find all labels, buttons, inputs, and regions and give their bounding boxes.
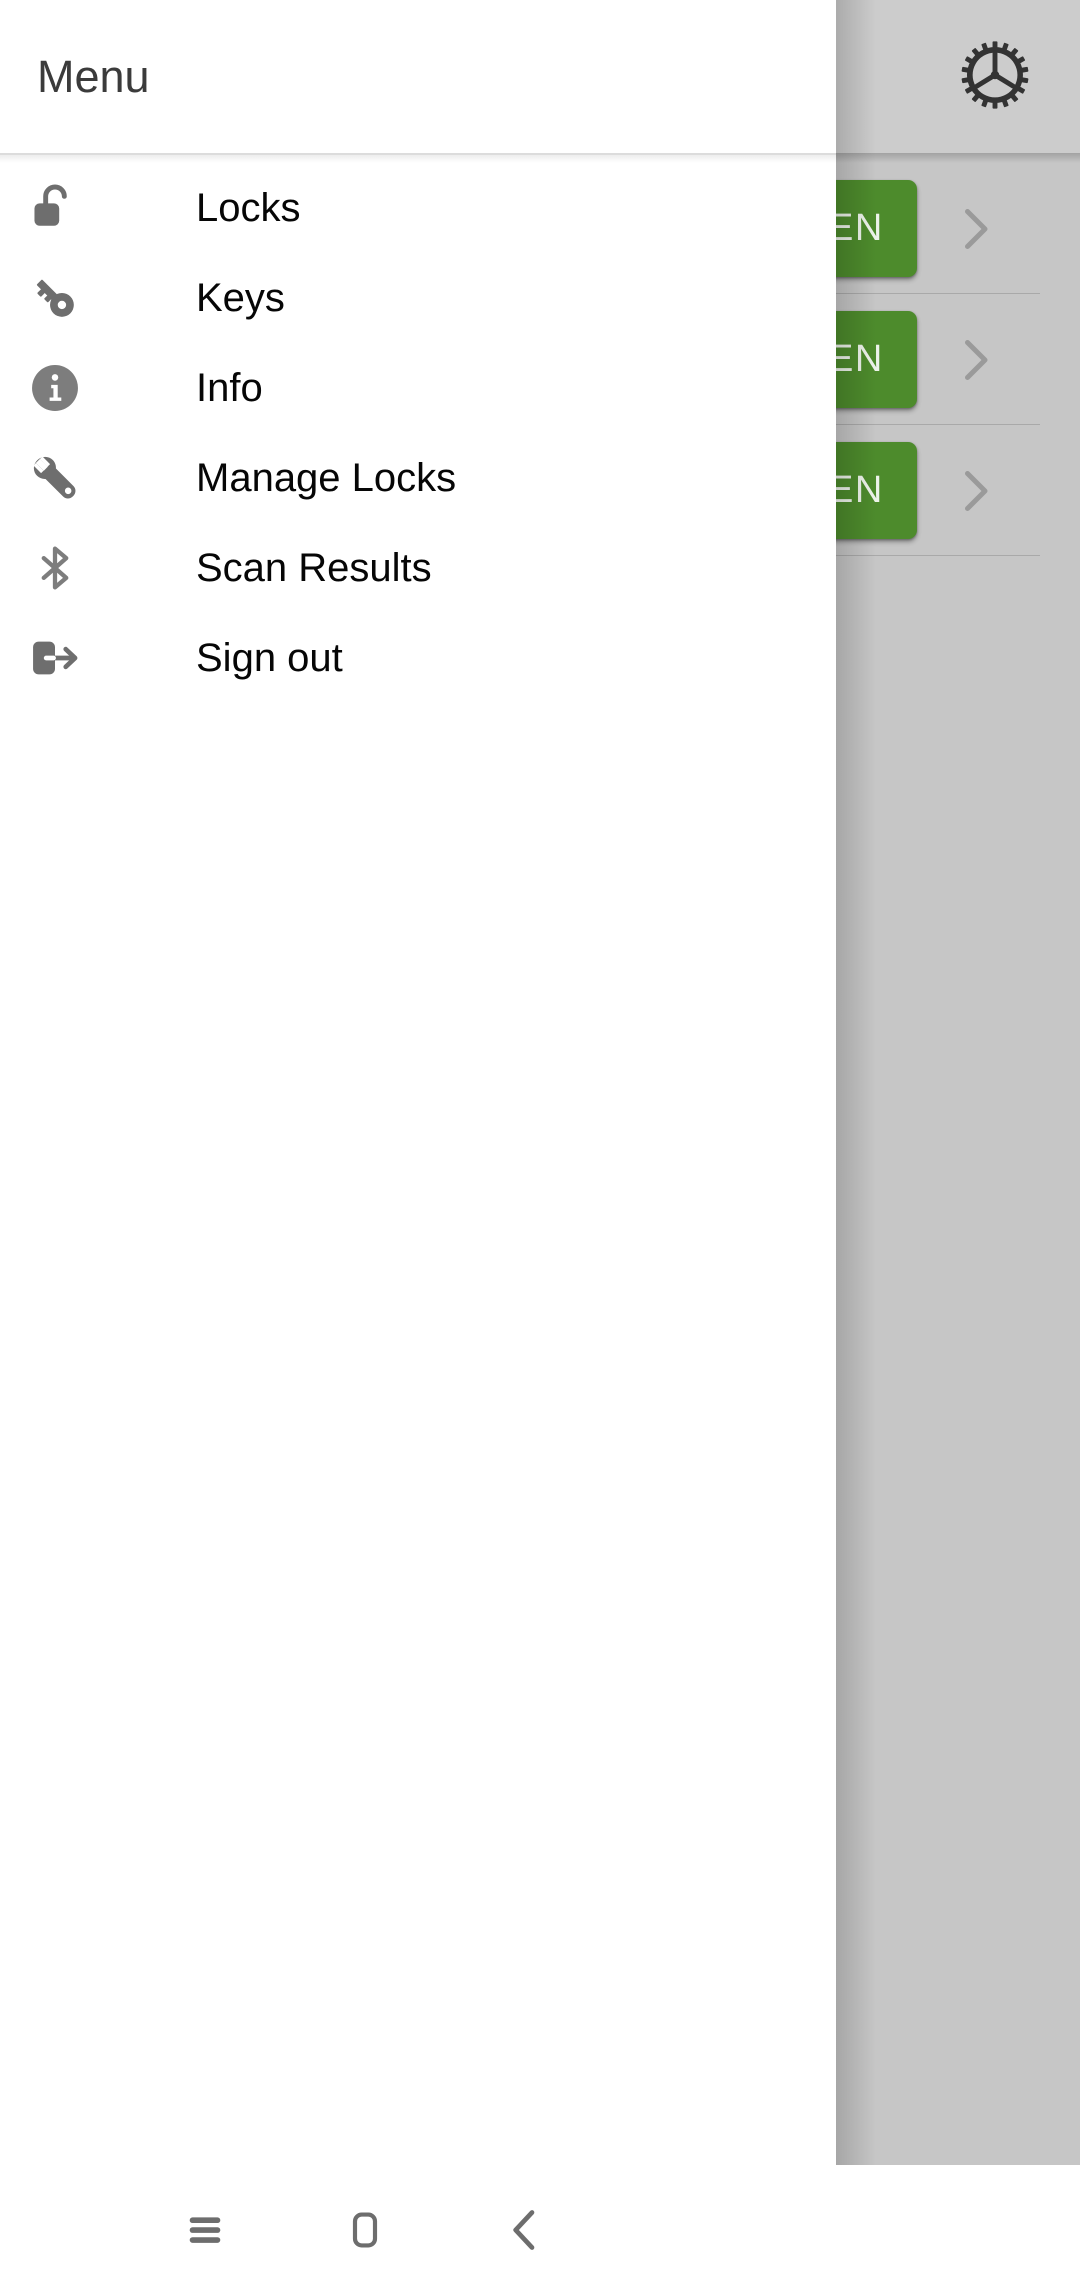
sidebar-item-label: Locks [196,185,301,230]
sidebar-item-label: Sign out [196,635,343,680]
chevron-left-icon[interactable] [470,2175,580,2285]
square-home-icon[interactable] [310,2175,420,2285]
bluetooth-icon [25,538,85,598]
key-icon [25,268,85,328]
sidebar-item-info[interactable]: Info [0,343,836,433]
navigation-drawer: Menu Locks Keys Info Manage Locks Scan R… [0,0,836,2165]
sidebar-item-locks[interactable]: Locks [0,163,836,253]
drawer-header: Menu [0,0,836,153]
chevron-right-icon[interactable] [945,461,1005,521]
sidebar-item-label: Keys [196,275,285,320]
sidebar-item-manage-locks[interactable]: Manage Locks [0,433,836,523]
hamburger-menu-icon[interactable] [150,2175,260,2285]
chevron-right-icon[interactable] [945,199,1005,259]
sidebar-item-label: Manage Locks [196,455,457,500]
sign-out-icon [25,628,85,688]
gear-icon[interactable] [940,20,1050,130]
info-circle-icon [25,358,85,418]
drawer-menu-list: Locks Keys Info Manage Locks Scan Result… [0,163,836,703]
wrench-icon [25,448,85,508]
drawer-header-shadow [0,155,836,163]
sidebar-item-label: Scan Results [196,545,432,590]
sidebar-item-scan-results[interactable]: Scan Results [0,523,836,613]
page-title: Menu [37,51,150,102]
sidebar-item-keys[interactable]: Keys [0,253,836,343]
chevron-right-icon[interactable] [945,330,1005,390]
sidebar-item-sign-out[interactable]: Sign out [0,613,836,703]
unlocked-padlock-icon [25,178,85,238]
system-navigation-bar [0,2165,1080,2296]
sidebar-item-label: Info [196,365,263,410]
